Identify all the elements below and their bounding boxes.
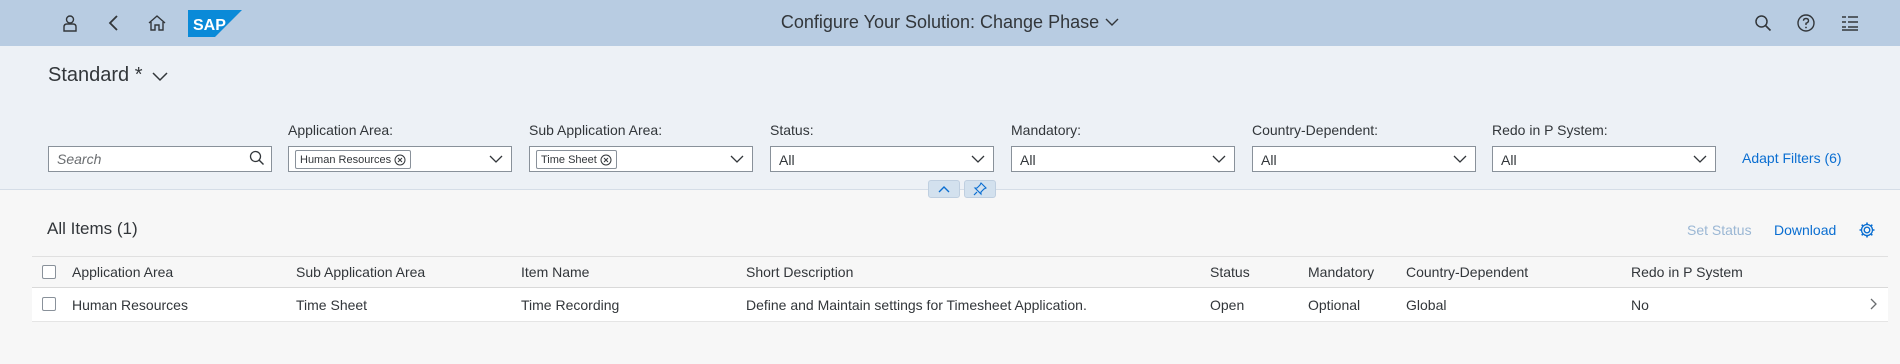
filter-label-country-dependent: Country-Dependent: — [1252, 122, 1379, 138]
select-all-checkbox[interactable] — [42, 265, 56, 279]
column-header-status[interactable]: Status — [1210, 257, 1250, 287]
column-header-country-dependent[interactable]: Country-Dependent — [1406, 257, 1528, 287]
chevron-down-icon[interactable] — [1453, 153, 1467, 165]
filter-token: Time Sheet — [536, 150, 617, 169]
filter-mandatory[interactable]: All — [1011, 146, 1235, 172]
filter-value: All — [1261, 152, 1277, 168]
filter-token: Human Resources — [295, 150, 412, 169]
column-header-redo-in-p-system[interactable]: Redo in P System — [1631, 257, 1743, 287]
row-checkbox[interactable] — [42, 297, 56, 311]
cell-country-dependent: Global — [1406, 296, 1447, 313]
table-title: All Items (1) — [47, 219, 138, 238]
settings-icon[interactable] — [1858, 221, 1876, 239]
chevron-right-icon[interactable] — [1868, 297, 1878, 311]
table-header: Application Area Sub Application Area It… — [32, 256, 1888, 288]
cell-short-description: Define and Maintain settings for Timeshe… — [746, 296, 1087, 313]
chevron-down-icon[interactable] — [1212, 153, 1226, 165]
token-text: Human Resources — [300, 153, 392, 166]
remove-token-icon[interactable] — [394, 154, 406, 166]
cell-mandatory: Optional — [1308, 296, 1361, 313]
search-input[interactable] — [49, 147, 239, 171]
chevron-up-icon — [938, 186, 950, 193]
notifications-icon[interactable] — [1838, 11, 1862, 35]
app-title-menu[interactable]: Configure Your Solution: Change Phase — [781, 0, 1119, 44]
column-header-mandatory[interactable]: Mandatory — [1308, 257, 1374, 287]
search-field[interactable] — [48, 146, 272, 172]
filter-application-area[interactable]: Human Resources — [288, 146, 512, 172]
filter-label-mandatory: Mandatory: — [1011, 122, 1082, 138]
chevron-down-icon[interactable] — [730, 153, 744, 165]
cell-status: Open — [1210, 296, 1245, 313]
download-button[interactable]: Download — [1774, 222, 1836, 238]
filter-redo-in-p-system[interactable]: All — [1492, 146, 1716, 172]
filter-status[interactable]: All — [770, 146, 994, 172]
app-title: Configure Your Solution: Change Phase — [780, 12, 1100, 32]
column-header-item-name[interactable]: Item Name — [521, 257, 589, 287]
filter-value: All — [779, 152, 795, 168]
chevron-down-icon — [151, 71, 168, 81]
filter-value: All — [1501, 152, 1517, 168]
chevron-down-icon[interactable] — [1693, 153, 1707, 165]
pin-header-button[interactable] — [964, 180, 996, 198]
column-header-sub-application-area[interactable]: Sub Application Area — [296, 257, 425, 287]
shell-bar: SAP Configure Your Solution: Change Phas… — [0, 0, 1900, 46]
cell-redo-in-p-system: No — [1631, 296, 1649, 313]
table-row[interactable]: Human Resources Time Sheet Time Recordin… — [32, 288, 1888, 322]
variant-name: Standard * — [48, 64, 143, 86]
cell-item-name: Time Recording — [521, 296, 620, 313]
filter-value: All — [1020, 152, 1036, 168]
chevron-down-icon[interactable] — [489, 153, 503, 165]
column-header-application-area[interactable]: Application Area — [72, 257, 173, 287]
filter-country-dependent[interactable]: All — [1252, 146, 1476, 172]
remove-token-icon[interactable] — [600, 154, 612, 166]
search-icon[interactable] — [249, 150, 265, 166]
help-icon[interactable] — [1794, 11, 1818, 35]
filter-sub-application-area[interactable]: Time Sheet — [529, 146, 753, 172]
app-title-bar: Configure Your Solution: Change Phase — [0, 0, 1900, 46]
filter-label-application-area: Application Area: — [288, 122, 394, 138]
search-icon[interactable] — [1751, 11, 1775, 35]
cell-application-area: Human Resources — [72, 296, 188, 313]
cell-sub-application-area: Time Sheet — [296, 296, 368, 313]
chevron-down-icon — [1105, 18, 1119, 26]
set-status-button[interactable]: Set Status — [1687, 222, 1752, 238]
token-text: Time Sheet — [541, 153, 597, 166]
pin-icon — [973, 182, 987, 196]
column-header-short-description[interactable]: Short Description — [746, 257, 853, 287]
filter-bar: Standard * Application Area: Human Resou… — [0, 46, 1900, 198]
filter-label-redo-in-p-system: Redo in P System: — [1492, 122, 1608, 138]
filter-label-status: Status: — [770, 122, 814, 138]
chevron-down-icon[interactable] — [971, 153, 985, 165]
variant-selector[interactable]: Standard * — [48, 64, 169, 87]
collapse-header-button[interactable] — [928, 180, 960, 198]
adapt-filters-button[interactable]: Adapt Filters (6) — [1742, 150, 1842, 166]
filter-label-sub-application-area: Sub Application Area: — [529, 122, 663, 138]
